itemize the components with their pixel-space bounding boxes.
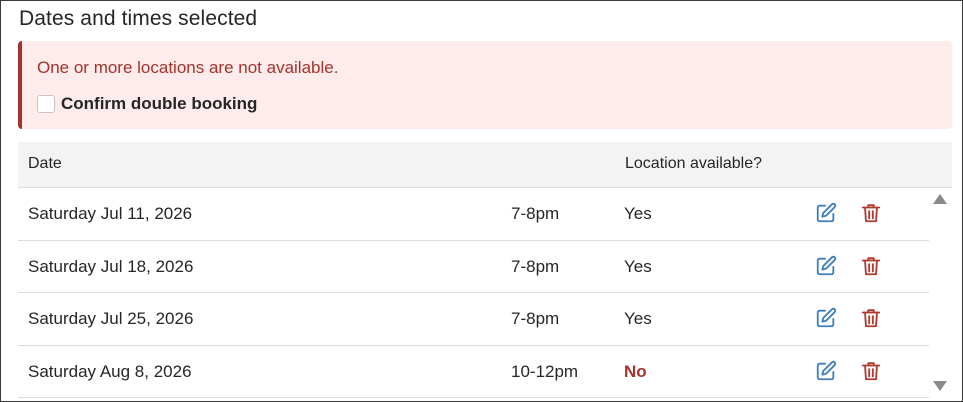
column-header-date: Date (28, 155, 62, 172)
row-time: 10-12pm (511, 361, 579, 381)
confirm-double-booking-checkbox[interactable] (37, 95, 55, 113)
table-header: Date Location available? (18, 142, 952, 188)
row-date: Saturday Jul 18, 2026 (28, 256, 194, 276)
row-availability: Yes (624, 204, 652, 223)
vertical-scrollbar[interactable] (929, 188, 952, 401)
edit-icon[interactable] (815, 255, 837, 277)
alert-message: One or more locations are not available. (37, 58, 339, 77)
arrow-down-icon[interactable] (933, 381, 947, 391)
trash-icon[interactable] (860, 202, 882, 224)
confirm-double-booking-label: Confirm double booking (61, 94, 258, 113)
row-availability: Yes (624, 256, 652, 276)
row-time: 7-8pm (511, 256, 560, 276)
table-row: Saturday Jul 18, 2026 7-8pm Yes (18, 240, 929, 293)
trash-icon[interactable] (860, 360, 882, 382)
table-body[interactable]: Saturday Jul 11, 2026 7-8pm Yes Saturday… (18, 188, 952, 401)
edit-icon[interactable] (815, 360, 837, 382)
row-date: Saturday Jul 25, 2026 (28, 309, 194, 328)
table-rows: Saturday Jul 11, 2026 7-8pm Yes Saturday… (18, 188, 952, 398)
table-row: Saturday Aug 8, 2026 10-12pm No (18, 345, 929, 398)
row-availability: No (624, 361, 647, 381)
dates-times-panel: Dates and times selected One or more loc… (0, 0, 963, 402)
dates-table: Date Location available? Saturday Jul 11… (18, 142, 952, 401)
arrow-up-icon[interactable] (933, 194, 947, 204)
trash-icon[interactable] (860, 255, 882, 277)
confirm-double-booking[interactable]: Confirm double booking (37, 93, 257, 115)
table-row: Saturday Jul 25, 2026 7-8pm Yes (18, 293, 929, 346)
row-date: Saturday Jul 11, 2026 (28, 204, 193, 223)
panel-title: Dates and times selected (19, 7, 258, 30)
row-date: Saturday Aug 8, 2026 (28, 361, 192, 381)
row-availability: Yes (624, 309, 652, 328)
availability-alert: One or more locations are not available.… (18, 41, 952, 129)
row-time: 7-8pm (511, 309, 560, 328)
table-row: Saturday Jul 11, 2026 7-8pm Yes (18, 188, 929, 241)
edit-icon[interactable] (815, 202, 837, 224)
edit-icon[interactable] (815, 307, 837, 329)
column-header-location: Location available? (625, 155, 762, 172)
row-time: 7-8pm (511, 204, 560, 223)
trash-icon[interactable] (860, 307, 882, 329)
